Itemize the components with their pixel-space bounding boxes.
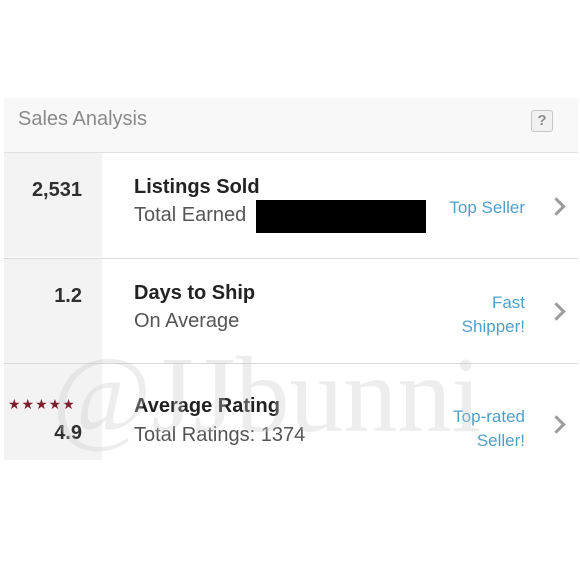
average-rating-row[interactable]: ★★★★★ 4.9 Average Rating Total Ratings: … <box>4 363 578 460</box>
sales-analysis-card: Sales Analysis ? 2,531 Listings Sold Tot… <box>4 98 578 460</box>
listings-sold-title: Listings Sold <box>134 176 260 198</box>
total-earned-label: Total Earned <box>134 204 247 226</box>
redaction-box <box>256 200 426 233</box>
average-rating-title: Average Rating <box>134 395 280 417</box>
chevron-right-icon <box>547 302 566 321</box>
on-average-label: On Average <box>134 310 240 332</box>
stat-column: 1.2 <box>4 259 102 363</box>
chevron-right-icon <box>547 197 566 216</box>
badge-line: Top Seller <box>449 198 525 217</box>
listings-sold-row[interactable]: 2,531 Listings Sold Total Earned Top Sel… <box>4 153 578 257</box>
stat-column: 2,531 <box>4 153 102 257</box>
stat-column: ★★★★★ 4.9 <box>4 364 102 460</box>
days-to-ship-row[interactable]: 1.2 Days to Ship On Average Fast Shipper… <box>4 258 578 363</box>
listings-sold-value: 2,531 <box>31 179 82 201</box>
total-ratings-label: Total Ratings: 1374 <box>134 424 306 446</box>
star-rating-icon: ★★★★★ <box>8 396 76 412</box>
fast-shipper-badge[interactable]: Fast Shipper! <box>462 291 525 339</box>
page-title: Sales Analysis <box>18 108 147 130</box>
days-to-ship-title: Days to Ship <box>134 282 256 304</box>
badge-line: Fast <box>491 293 525 312</box>
top-rated-seller-badge[interactable]: Top-rated Seller! <box>453 405 525 453</box>
badge-line: Shipper! <box>461 317 525 336</box>
top-seller-badge[interactable]: Top Seller <box>449 196 525 220</box>
card-header: Sales Analysis ? <box>4 98 578 153</box>
chevron-right-icon <box>547 415 566 434</box>
days-to-ship-value: 1.2 <box>54 285 82 307</box>
average-rating-value: 4.9 <box>54 422 82 444</box>
badge-line: Seller! <box>476 431 525 450</box>
help-button[interactable]: ? <box>531 110 553 132</box>
badge-line: Top-rated <box>453 407 525 426</box>
